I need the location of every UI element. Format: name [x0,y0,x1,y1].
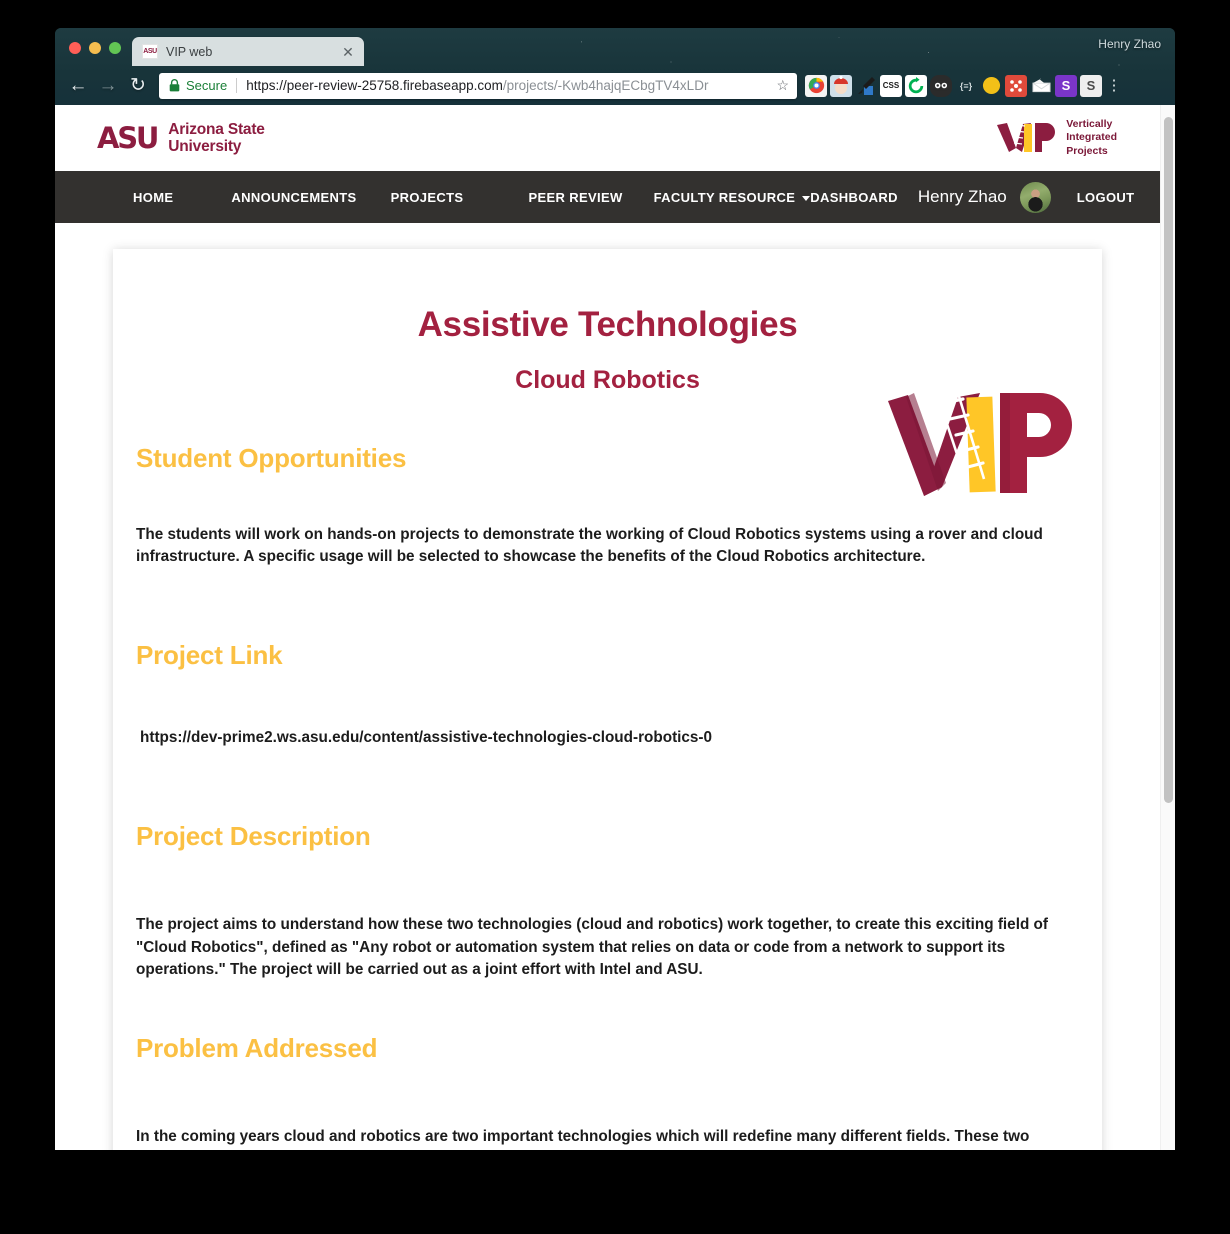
envelope-extension-icon[interactable] [1030,75,1052,97]
santa-avatar-extension-icon[interactable] [830,74,852,97]
nav-username[interactable]: Henry Zhao [918,187,1007,207]
section-heading-project-link: Project Link [136,640,283,671]
nav-primary-links: HOME ANNOUNCEMENTS PROJECTS PEER REVIEW … [55,190,811,205]
url-path: /projects/-Kwb4hajqECbgTV4xLDr [502,78,709,93]
reload-icon[interactable]: ↻ [123,72,153,100]
nav-item-peer-review[interactable]: PEER REVIEW [528,190,622,205]
vip-large-logo-icon [888,392,1072,496]
url-text: https://peer-review-25758.firebaseapp.co… [246,78,770,93]
nav-item-home[interactable]: HOME [133,190,173,205]
asu-logo[interactable]: ASU Arizona State University [97,121,265,156]
nav-item-faculty-resource-label: FACULTY RESOURCE [653,189,796,205]
secure-label: Secure [186,78,228,93]
chrome-colorwheel-extension-icon[interactable] [805,74,827,97]
maximize-window-button[interactable] [109,42,121,54]
url-origin: https://peer-review-25758.firebaseapp.co… [246,78,503,93]
desktop-background: ASU VIP web ✕ Henry Zhao ← → ↻ Secure ht… [0,0,1230,1234]
address-bar[interactable]: Secure https://peer-review-25758.firebas… [159,72,797,99]
section-project-link: Project Link https://dev-prime2.ws.asu.e… [113,640,1102,747]
browser-menu-icon[interactable]: ⋮ [1105,78,1123,93]
lock-icon [169,79,180,92]
chevron-down-icon [802,195,811,201]
asu-favicon-icon: ASU [142,44,158,59]
web-page: ASU Arizona State University Vertically … [55,105,1160,1150]
browser-toolbar: ← → ↻ Secure https://peer-review-25758.f… [55,66,1175,105]
avatar[interactable] [1019,181,1051,213]
vip-logo-header[interactable]: Vertically Integrated Projects [995,118,1117,157]
window-controls [55,42,132,66]
section-heading-project-description: Project Description [136,821,371,852]
nav-item-faculty-resource[interactable]: FACULTY RESOURCE [654,190,811,205]
browser-window: ASU VIP web ✕ Henry Zhao ← → ↻ Secure ht… [55,28,1175,1150]
bookmark-star-icon[interactable]: ☆ [770,77,789,94]
section-body-problem-addressed: In the coming years cloud and robotics a… [136,1127,1030,1145]
asu-name-line2: University [168,138,242,155]
asu-name: Arizona State University [168,120,265,156]
vip-line2: Integrated [1066,131,1117,144]
page-scrollbar[interactable] [1160,105,1175,1150]
project-link-url[interactable]: https://dev-prime2.ws.asu.edu/content/as… [136,729,1079,747]
vip-line1: Vertically [1066,118,1113,131]
json-brackets-extension-icon[interactable]: {≡} [955,75,977,97]
minimize-window-button[interactable] [89,42,101,54]
page-viewport: ASU Arizona State University Vertically … [55,105,1175,1150]
browser-profile-name[interactable]: Henry Zhao [1098,37,1161,51]
vip-fullname: Vertically Integrated Projects [1066,118,1117,157]
purple-s-extension-icon[interactable]: S [1055,74,1077,97]
tab-strip: ASU VIP web ✕ Henry Zhao [55,28,1175,66]
back-icon[interactable]: ← [63,72,93,100]
nav-item-logout[interactable]: LOGOUT [1077,190,1135,205]
close-window-button[interactable] [69,42,81,54]
main-navigation: HOME ANNOUNCEMENTS PROJECTS PEER REVIEW … [55,171,1160,223]
extension-toolbar: CSS {≡} S S ⋮ [803,74,1123,97]
red-grid-extension-icon[interactable] [1005,74,1027,97]
moon-extension-icon[interactable] [980,75,1002,97]
section-project-description: Project Description The project aims to … [113,821,1102,981]
scrollbar-thumb[interactable] [1164,117,1173,803]
asu-wordmark-icon: ASU [97,120,159,155]
omnibox-divider [236,78,238,93]
goggles-extension-icon[interactable] [930,74,952,97]
project-card: Assistive Technologies Cloud Robotics St… [113,249,1102,1150]
section-problem-addressed: Problem Addressed In the coming years cl… [113,1033,1102,1150]
grey-s-extension-icon[interactable]: S [1080,74,1102,97]
section-heading-problem-addressed: Problem Addressed [136,1032,378,1063]
nav-user-area: DASHBOARD Henry Zhao LOGOUT [810,181,1135,213]
vip-line3: Projects [1066,144,1108,157]
forward-icon[interactable]: → [93,72,123,100]
vip-mark-icon [997,123,1056,152]
eyedropper-extension-icon[interactable] [855,75,877,97]
content-area: Assistive Technologies Cloud Robotics St… [55,223,1160,1150]
tab-title: VIP web [166,44,213,59]
site-masthead: ASU Arizona State University Vertically … [55,105,1160,171]
nav-item-announcements[interactable]: ANNOUNCEMENTS [231,190,356,205]
refresh-circle-extension-icon[interactable] [905,74,927,97]
nav-item-dashboard[interactable]: DASHBOARD [810,190,898,205]
page-title: Assistive Technologies [417,305,798,344]
section-body-project-description: The project aims to understand how these… [136,916,1048,978]
css-pencil-extension-icon[interactable]: CSS [880,74,902,97]
asu-name-line1: Arizona State [168,120,265,138]
browser-tab[interactable]: ASU VIP web ✕ [132,37,364,66]
nav-item-projects[interactable]: PROJECTS [391,190,464,205]
section-body-student-opportunities: The students will work on hands-on proje… [136,526,1043,566]
close-tab-icon[interactable]: ✕ [340,45,356,59]
